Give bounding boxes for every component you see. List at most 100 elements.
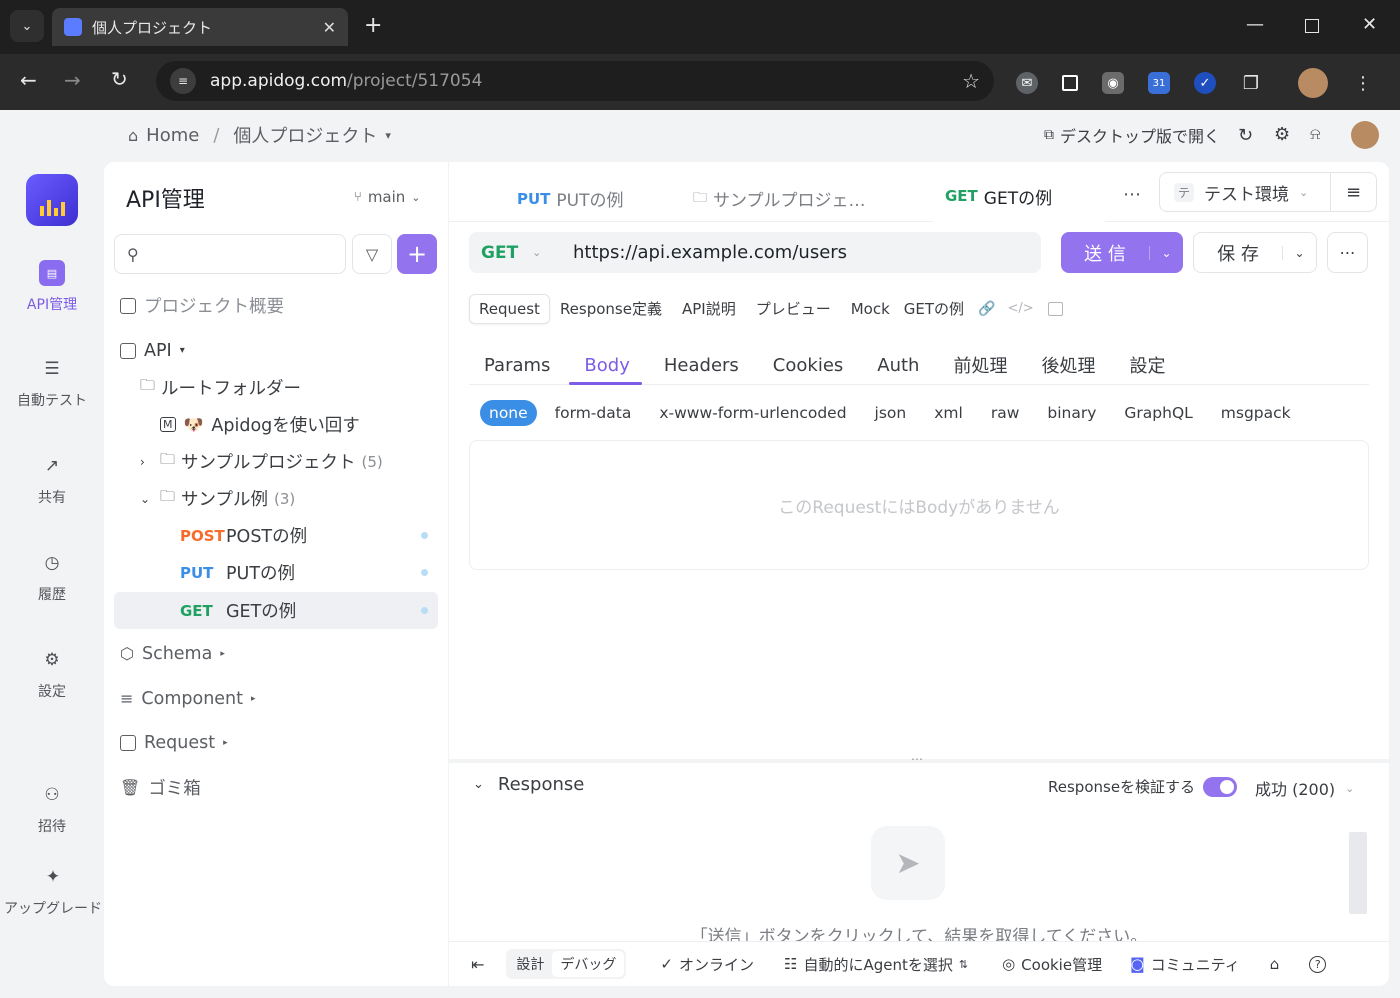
bell-icon[interactable]: ⍾: [1310, 124, 1321, 144]
rail-autotest[interactable]: ☰ 自動テスト: [0, 356, 104, 410]
cookie-manager[interactable]: Cookie管理: [1021, 954, 1102, 975]
rail-history[interactable]: ◷ 履歴: [0, 550, 104, 604]
mail-extension-icon[interactable]: ✉: [1016, 72, 1038, 94]
folder-sample-project[interactable]: › 🗀 サンプルプロジェクト (5): [140, 443, 383, 480]
link-icon[interactable]: 🔗: [978, 301, 995, 317]
square-extension-icon[interactable]: [1062, 75, 1078, 91]
body-type-form-data[interactable]: form-data: [555, 404, 632, 422]
desktop-link[interactable]: ⧉ デスクトップ版で開く: [1044, 122, 1220, 148]
more-tabs-icon[interactable]: ⋯: [1123, 184, 1141, 205]
user-avatar[interactable]: [1351, 121, 1379, 149]
agent-select[interactable]: 自動的にAgentを選択: [803, 954, 952, 975]
apidog-logo[interactable]: [26, 174, 78, 226]
response-header[interactable]: ⌄ Response: [473, 774, 584, 795]
rail-share[interactable]: ↗ 共有: [0, 453, 104, 507]
segment-preview[interactable]: プレビュー: [746, 293, 841, 324]
root-folder[interactable]: 🗀 ルートフォルダー: [140, 369, 301, 406]
body-type-xml[interactable]: xml: [934, 404, 963, 422]
body-type-none[interactable]: none: [480, 400, 537, 426]
bookmark-star-icon[interactable]: ☆: [962, 69, 980, 93]
add-button[interactable]: +: [397, 234, 437, 274]
rail-api[interactable]: ▤ API管理: [0, 260, 104, 314]
endpoint-put[interactable]: PUT PUTの例: [180, 554, 428, 591]
puzzle-extension-icon[interactable]: ❐: [1240, 72, 1262, 94]
subtab-post[interactable]: 後処理: [1041, 352, 1095, 378]
body-type-graphql[interactable]: GraphQL: [1124, 404, 1192, 422]
shirt-icon[interactable]: ⌂: [1270, 955, 1280, 973]
design-mode[interactable]: 設計: [508, 951, 552, 977]
tab-get[interactable]: GET GETの例: [933, 172, 1105, 222]
gear-icon[interactable]: ⚙: [1274, 124, 1290, 145]
subtab-body[interactable]: Body: [584, 355, 629, 376]
save-button[interactable]: 保 存 ⌄: [1193, 232, 1317, 273]
body-type-msgpack[interactable]: msgpack: [1221, 404, 1291, 422]
drag-dots-icon[interactable]: ⋯: [911, 752, 923, 766]
collapse-sidebar-icon[interactable]: ⇤: [471, 955, 484, 974]
maximize-icon[interactable]: [1305, 19, 1319, 33]
code-icon[interactable]: </>: [1008, 301, 1034, 316]
subtab-cookies[interactable]: Cookies: [773, 355, 843, 376]
chevron-down-icon[interactable]: ⌄: [1282, 245, 1316, 260]
breadcrumb-home[interactable]: Home: [146, 125, 199, 146]
menu-button[interactable]: ≡: [1331, 172, 1377, 212]
status-select[interactable]: 成功 (200) ⌄: [1255, 776, 1354, 800]
url-input[interactable]: https://api.example.com/users: [573, 242, 847, 263]
rail-settings[interactable]: ⚙ 設定: [0, 647, 104, 701]
calendar-extension-icon[interactable]: 31: [1148, 72, 1170, 94]
body-type-binary[interactable]: binary: [1047, 404, 1096, 422]
send-button[interactable]: 送 信 ⌄: [1061, 232, 1183, 273]
home-icon[interactable]: ⌂: [128, 126, 138, 145]
endpoint-post[interactable]: POST POSTの例: [180, 517, 428, 554]
request-section[interactable]: Request ▸: [120, 724, 228, 761]
new-tab-icon[interactable]: +: [364, 13, 382, 38]
subtab-settings[interactable]: 設定: [1129, 352, 1165, 378]
folder-sample-example[interactable]: ⌄ 🗀 サンプル例 (3): [140, 480, 295, 517]
back-icon[interactable]: ←: [20, 68, 37, 92]
close-window-icon[interactable]: ✕: [1362, 14, 1377, 35]
address-bar[interactable]: ≡ app.apidog.com /project/517054 ☆: [156, 61, 994, 101]
method-select[interactable]: GET ⌄: [469, 232, 559, 273]
sync-icon[interactable]: ↻: [1238, 125, 1253, 146]
camera-extension-icon[interactable]: ◉: [1102, 72, 1124, 94]
body-type-urlencoded[interactable]: x-www-form-urlencoded: [659, 404, 846, 422]
segment-api-desc[interactable]: API説明: [672, 293, 746, 324]
subtab-headers[interactable]: Headers: [664, 355, 739, 376]
body-type-json[interactable]: json: [875, 404, 907, 422]
help-icon[interactable]: ?: [1309, 955, 1327, 973]
more-actions-button[interactable]: ⋯: [1327, 232, 1368, 273]
rail-upgrade[interactable]: ✦ アップグレード: [4, 864, 102, 920]
subtab-pre[interactable]: 前処理: [953, 352, 1007, 378]
reload-icon[interactable]: ↻: [111, 67, 128, 91]
tab-list-button[interactable]: ⌄: [10, 10, 44, 42]
split-view-icon[interactable]: [1047, 301, 1063, 316]
minimize-icon[interactable]: —: [1246, 14, 1264, 35]
tab-put[interactable]: PUT PUTの例: [517, 186, 624, 212]
response-scrollbar[interactable]: [1349, 832, 1367, 914]
browser-tab[interactable]: 個人プロジェクト ✕: [52, 8, 348, 46]
breadcrumb-project[interactable]: 個人プロジェクト: [233, 122, 377, 148]
component-section[interactable]: ≡ Component ▸: [120, 680, 256, 717]
api-section[interactable]: API ▾: [120, 332, 185, 369]
subtab-auth[interactable]: Auth: [877, 355, 919, 376]
online-status[interactable]: オンライン: [679, 954, 754, 975]
community-link[interactable]: コミュニティ: [1151, 954, 1240, 975]
segment-response-def[interactable]: Response定義: [550, 293, 672, 324]
project-overview[interactable]: プロジェクト概要: [120, 287, 284, 324]
profile-avatar[interactable]: [1298, 68, 1328, 98]
subtab-params[interactable]: Params: [484, 355, 550, 376]
debug-mode[interactable]: デバッグ: [552, 951, 625, 977]
site-info-icon[interactable]: ≡: [170, 68, 196, 94]
check-extension-icon[interactable]: ✓: [1194, 72, 1216, 94]
search-input[interactable]: ⚲: [114, 234, 346, 274]
endpoint-get[interactable]: GET GETの例: [114, 592, 438, 629]
segment-mock[interactable]: Mock: [841, 295, 900, 323]
doc-item[interactable]: M 🐶 Apidogを使い回す: [160, 406, 360, 443]
body-type-raw[interactable]: raw: [991, 404, 1020, 422]
tab-folder[interactable]: 🗀 サンプルプロジェ…: [693, 186, 866, 212]
filter-button[interactable]: ▽: [352, 234, 392, 274]
chevron-down-icon[interactable]: ⌄: [1149, 245, 1183, 260]
validate-toggle[interactable]: [1203, 776, 1238, 797]
rail-invite[interactable]: ⚇ 招待: [0, 782, 104, 836]
env-selector[interactable]: テ テスト環境 ⌄: [1159, 172, 1331, 212]
forward-icon[interactable]: →: [64, 68, 81, 92]
